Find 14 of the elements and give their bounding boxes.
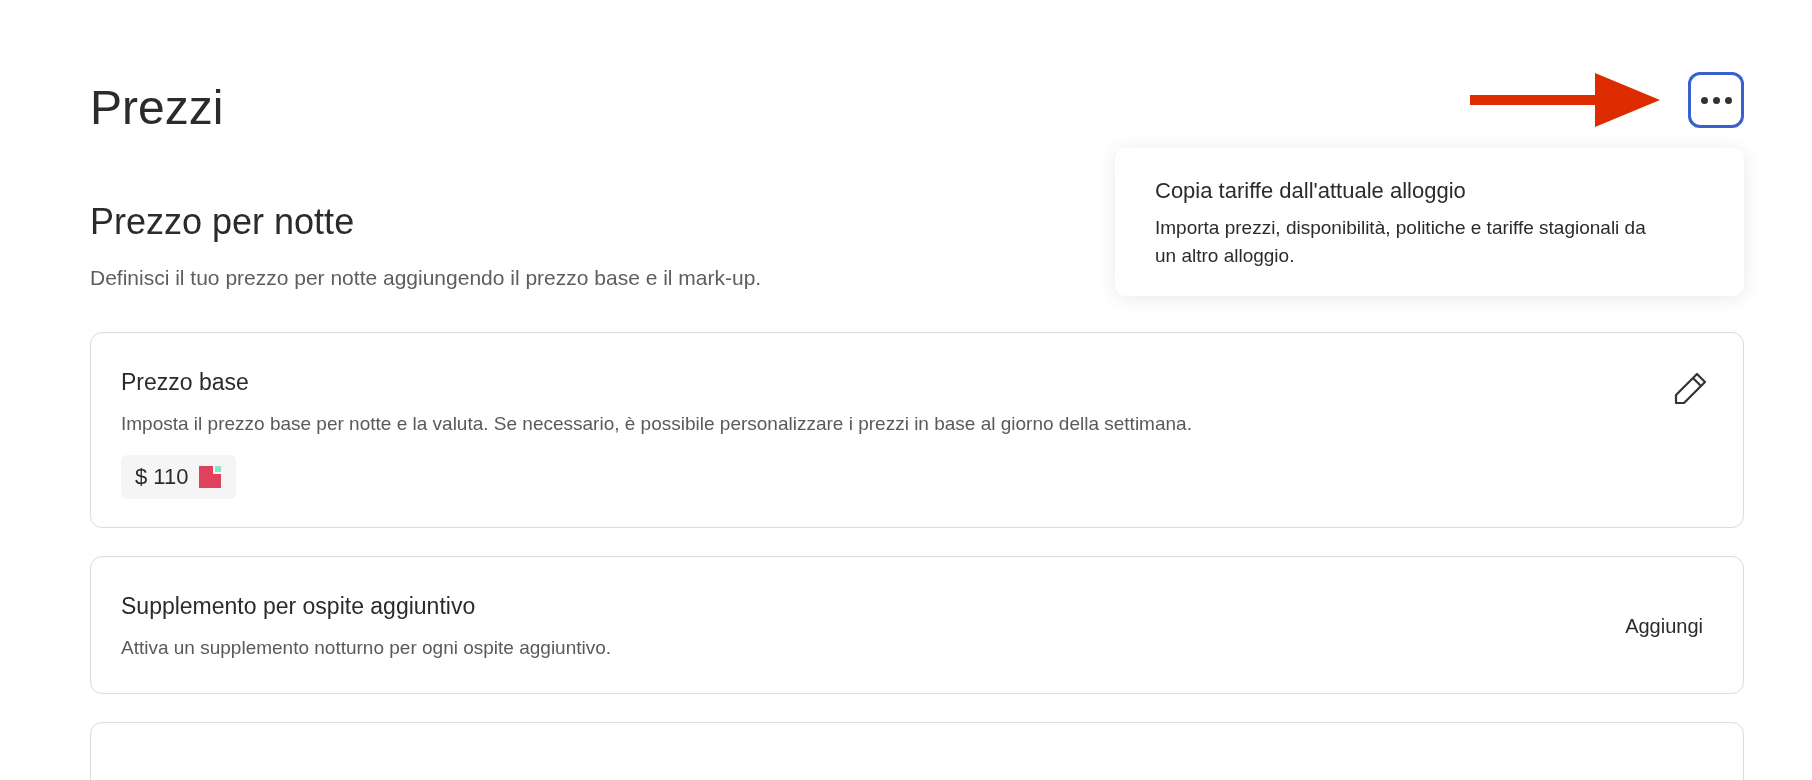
card-title: Prezzo base: [121, 368, 250, 397]
page-title: Prezzi: [90, 80, 224, 136]
card-description: Attiva un supplemento notturno per ogni ospite aggiuntivo.: [121, 636, 612, 660]
menu-item[interactable]: Copia tariffe dall'attuale alloggio: [1155, 176, 1664, 206]
add-button[interactable]: Aggiungi: [1615, 614, 1713, 638]
more-options-button[interactable]: [1688, 72, 1744, 128]
price-value: $ 110: [135, 463, 189, 491]
menu-item-description: Importa prezzi, disponibilità, politiche e tariffe stagionali da un altro alloggio.: [1155, 216, 1647, 268]
card-description: Imposta il prezzo base per notte e la valuta. Se necessario, è possibile personalizzare i prezzi in base al giorno della settimana.: [121, 412, 1192, 436]
section-title: Prezzo per notte: [90, 200, 355, 244]
section-subtitle: Definisci il tuo prezzo per notte aggiungendo il prezzo base e il mark-up.: [90, 265, 762, 291]
card-title: Supplemento per ospite aggiuntivo: [121, 592, 477, 621]
currency-icon: [198, 465, 223, 489]
edit-icon[interactable]: [1673, 371, 1709, 407]
